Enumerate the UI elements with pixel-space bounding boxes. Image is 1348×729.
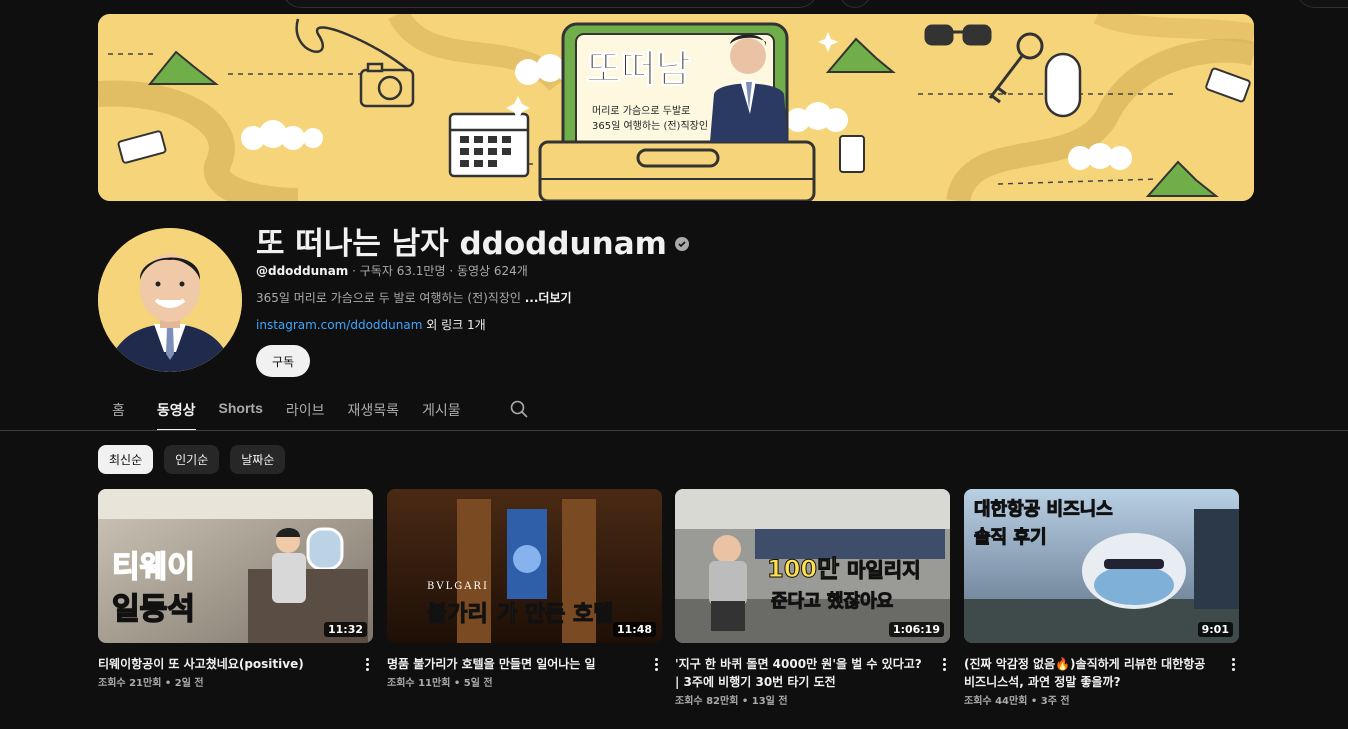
search-bar-edge	[282, 0, 818, 8]
thumb-caption-2: 솔직 후기	[974, 527, 1047, 548]
video-views: 조회수 21만회	[98, 678, 162, 689]
video-title-text[interactable]: 명품 불가리가 호텔을 만들면 일어나는 일	[387, 655, 642, 673]
video-thumbnail[interactable]: 티웨이 일등석 11:32	[98, 489, 373, 643]
meta-separator: •	[453, 678, 464, 689]
sort-chips: 최신순 인기순 날짜순	[98, 445, 286, 474]
video-meta: 조회수 44만회 • 3주 전	[964, 693, 1219, 711]
video-title-text[interactable]: 티웨이항공이 또 사고쳤네요(positive)	[98, 655, 353, 673]
chip-popular[interactable]: 인기순	[164, 445, 220, 474]
thumb-caption-1b: 마일리지	[847, 558, 921, 582]
video-views: 조회수 11만회	[387, 678, 451, 689]
video-views: 조회수 82만회	[675, 696, 739, 707]
instagram-link[interactable]: instagram.com/ddoddunam	[256, 318, 422, 332]
thumb-caption-2b: 가 만든 호텔	[497, 602, 614, 627]
thumb-caption-2a: 불가리	[427, 602, 488, 627]
channel-tabs: 홈 동영상 Shorts 라이브 재생목록 게시물	[98, 389, 484, 431]
thumb-caption-brand: BVLGARI	[427, 581, 489, 592]
channel-description[interactable]: 365일 머리로 가슴으로 두 발로 여행하는 (전)직장인 ...더보기	[256, 289, 572, 306]
more-links-link[interactable]: 외 링크 1개	[426, 318, 485, 332]
video-age: 13일 전	[751, 696, 788, 707]
video-meta: 조회수 11만회 • 5일 전	[387, 675, 642, 693]
tabs-divider	[0, 430, 1348, 431]
subscriber-count: 구독자 63.1만명	[359, 264, 446, 278]
video-meta: 조회수 21만회 • 2일 전	[98, 675, 353, 693]
tab-live[interactable]: 라이브	[286, 389, 325, 431]
video-thumbnail[interactable]: BVLGARI 불가리 가 만든 호텔 11:48	[387, 489, 662, 643]
tab-posts[interactable]: 게시물	[422, 389, 461, 431]
meta-separator: ·	[449, 264, 457, 278]
meta-separator: •	[1030, 696, 1041, 707]
tab-playlists[interactable]: 재생목록	[348, 389, 400, 431]
video-duration: 1:06:19	[888, 622, 944, 637]
svg-text:365일 여행하는 (전)직장인: 365일 여행하는 (전)직장인	[592, 119, 708, 132]
video-title[interactable]: '지구 한 바퀴 돌면 4000만 원'을 벌 수 있다고? | 3주에 비행기…	[675, 655, 930, 711]
svg-text:또떠남: 또떠남	[586, 47, 691, 91]
video-card[interactable]: 100만 마일리지 준다고 했잖아요 1:06:19 '지구 한 바퀴 돌면 4…	[675, 489, 950, 707]
video-title[interactable]: 명품 불가리가 호텔을 만들면 일어나는 일 조회수 11만회 • 5일 전	[387, 655, 642, 693]
more-actions-icon[interactable]	[650, 655, 662, 673]
video-views: 조회수 44만회	[964, 696, 1028, 707]
meta-separator: •	[164, 678, 175, 689]
voice-search-button-edge	[838, 0, 872, 8]
video-count: 동영상 624개	[456, 264, 528, 278]
video-title-text[interactable]: (진짜 악감정 없음🔥)솔직하게 리뷰한 대한항공 비즈니스석, 과연 정말 좋…	[964, 655, 1219, 691]
thumb-caption-2: 준다고 했잖아요	[771, 591, 893, 612]
channel-name-text: 또 떠나는 남자 ddoddunam	[256, 226, 667, 262]
channel-banner: 또떠남 머리로 가슴으로 두발로 365일 여행하는 (전)직장인	[98, 14, 1254, 201]
account-area-edge	[1296, 0, 1348, 8]
video-title-text[interactable]: '지구 한 바퀴 돌면 4000만 원'을 벌 수 있다고? | 3주에 비행기…	[675, 655, 930, 691]
chip-latest[interactable]: 최신순	[98, 445, 154, 474]
video-age: 3주 전	[1040, 696, 1070, 707]
subscribe-button[interactable]: 구독	[256, 345, 310, 377]
more-actions-icon[interactable]	[938, 655, 950, 673]
video-age: 5일 전	[463, 678, 493, 689]
show-more-link[interactable]: ...더보기	[525, 291, 572, 305]
video-card[interactable]: 티웨이 일등석 11:32 티웨이항공이 또 사고쳤네요(positive) 조…	[98, 489, 373, 689]
tab-home[interactable]: 홈	[112, 389, 125, 431]
video-title[interactable]: 티웨이항공이 또 사고쳤네요(positive) 조회수 21만회 • 2일 전	[98, 655, 353, 693]
description-text: 365일 머리로 가슴으로 두 발로 여행하는 (전)직장인	[256, 291, 521, 305]
video-thumbnail[interactable]: 대한항공 비즈니스 솔직 후기 9:01	[964, 489, 1239, 643]
thumb-caption-1: 티웨이	[112, 550, 195, 585]
video-card[interactable]: 대한항공 비즈니스 솔직 후기 9:01 (진짜 악감정 없음🔥)솔직하게 리뷰…	[964, 489, 1239, 707]
channel-links: instagram.com/ddoddunam 외 링크 1개	[256, 316, 486, 333]
video-duration: 11:32	[323, 622, 367, 637]
tab-videos[interactable]: 동영상	[156, 389, 196, 431]
search-icon[interactable]	[510, 400, 528, 418]
meta-separator: •	[741, 696, 752, 707]
channel-avatar[interactable]	[98, 228, 242, 372]
tab-shorts[interactable]: Shorts	[219, 389, 263, 431]
channel-meta: @ddoddunam · 구독자 63.1만명 · 동영상 624개	[256, 262, 528, 279]
thumb-caption-1a: 100만	[767, 555, 839, 583]
channel-name: 또 떠나는 남자 ddoddunam	[256, 218, 689, 263]
video-duration: 9:01	[1197, 622, 1233, 637]
thumb-caption-1: 대한항공 비즈니스	[974, 499, 1113, 520]
more-actions-icon[interactable]	[1227, 655, 1239, 673]
video-title[interactable]: (진짜 악감정 없음🔥)솔직하게 리뷰한 대한항공 비즈니스석, 과연 정말 좋…	[964, 655, 1219, 711]
channel-handle: @ddoddunam	[256, 264, 349, 278]
thumb-caption-2: 일등석	[112, 592, 195, 627]
video-meta: 조회수 82만회 • 13일 전	[675, 693, 930, 711]
more-actions-icon[interactable]	[361, 655, 373, 673]
video-duration: 11:48	[612, 622, 656, 637]
verified-check-icon	[674, 236, 689, 251]
chip-oldest[interactable]: 날짜순	[230, 445, 286, 474]
video-thumbnail[interactable]: 100만 마일리지 준다고 했잖아요 1:06:19	[675, 489, 950, 643]
svg-text:머리로 가슴으로 두발로: 머리로 가슴으로 두발로	[592, 105, 690, 117]
video-card[interactable]: BVLGARI 불가리 가 만든 호텔 11:48 명품 불가리가 호텔을 만들…	[387, 489, 662, 689]
meta-separator: ·	[352, 264, 360, 278]
video-age: 2일 전	[174, 678, 204, 689]
